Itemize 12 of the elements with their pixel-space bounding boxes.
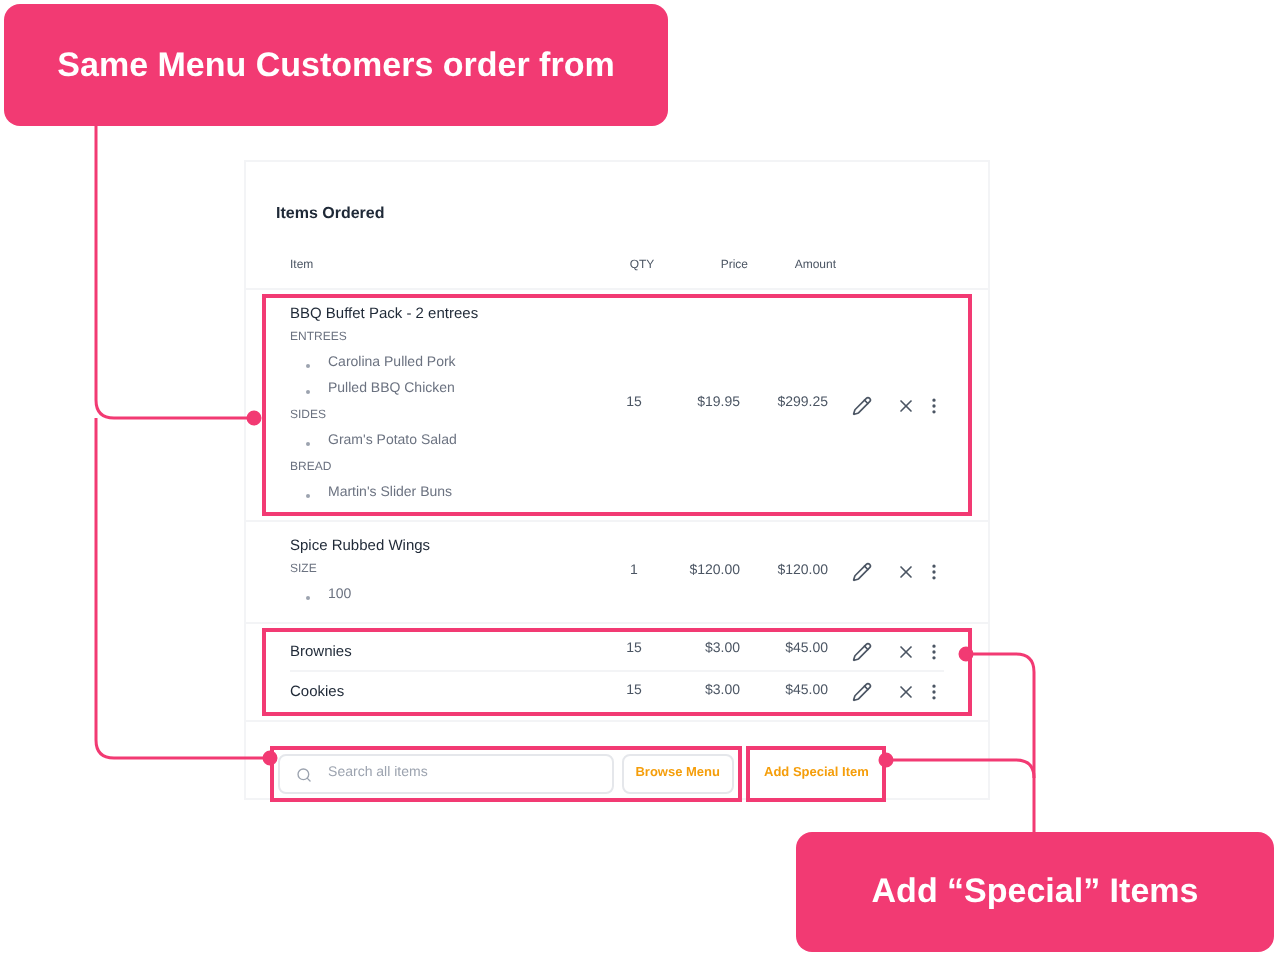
edit-icon[interactable] <box>852 562 872 582</box>
search-icon <box>296 765 313 783</box>
close-icon[interactable] <box>896 562 916 582</box>
callout-text: Add “Special” Items <box>871 870 1199 915</box>
close-icon[interactable] <box>896 641 916 661</box>
edit-icon[interactable] <box>852 641 872 661</box>
close-icon[interactable] <box>896 395 916 415</box>
callout-text: Same Menu Customers order from <box>57 43 615 88</box>
edit-icon[interactable] <box>852 395 872 415</box>
edit-icon[interactable] <box>852 682 872 702</box>
card-title: Items Ordered <box>276 204 385 222</box>
close-icon[interactable] <box>896 682 916 702</box>
